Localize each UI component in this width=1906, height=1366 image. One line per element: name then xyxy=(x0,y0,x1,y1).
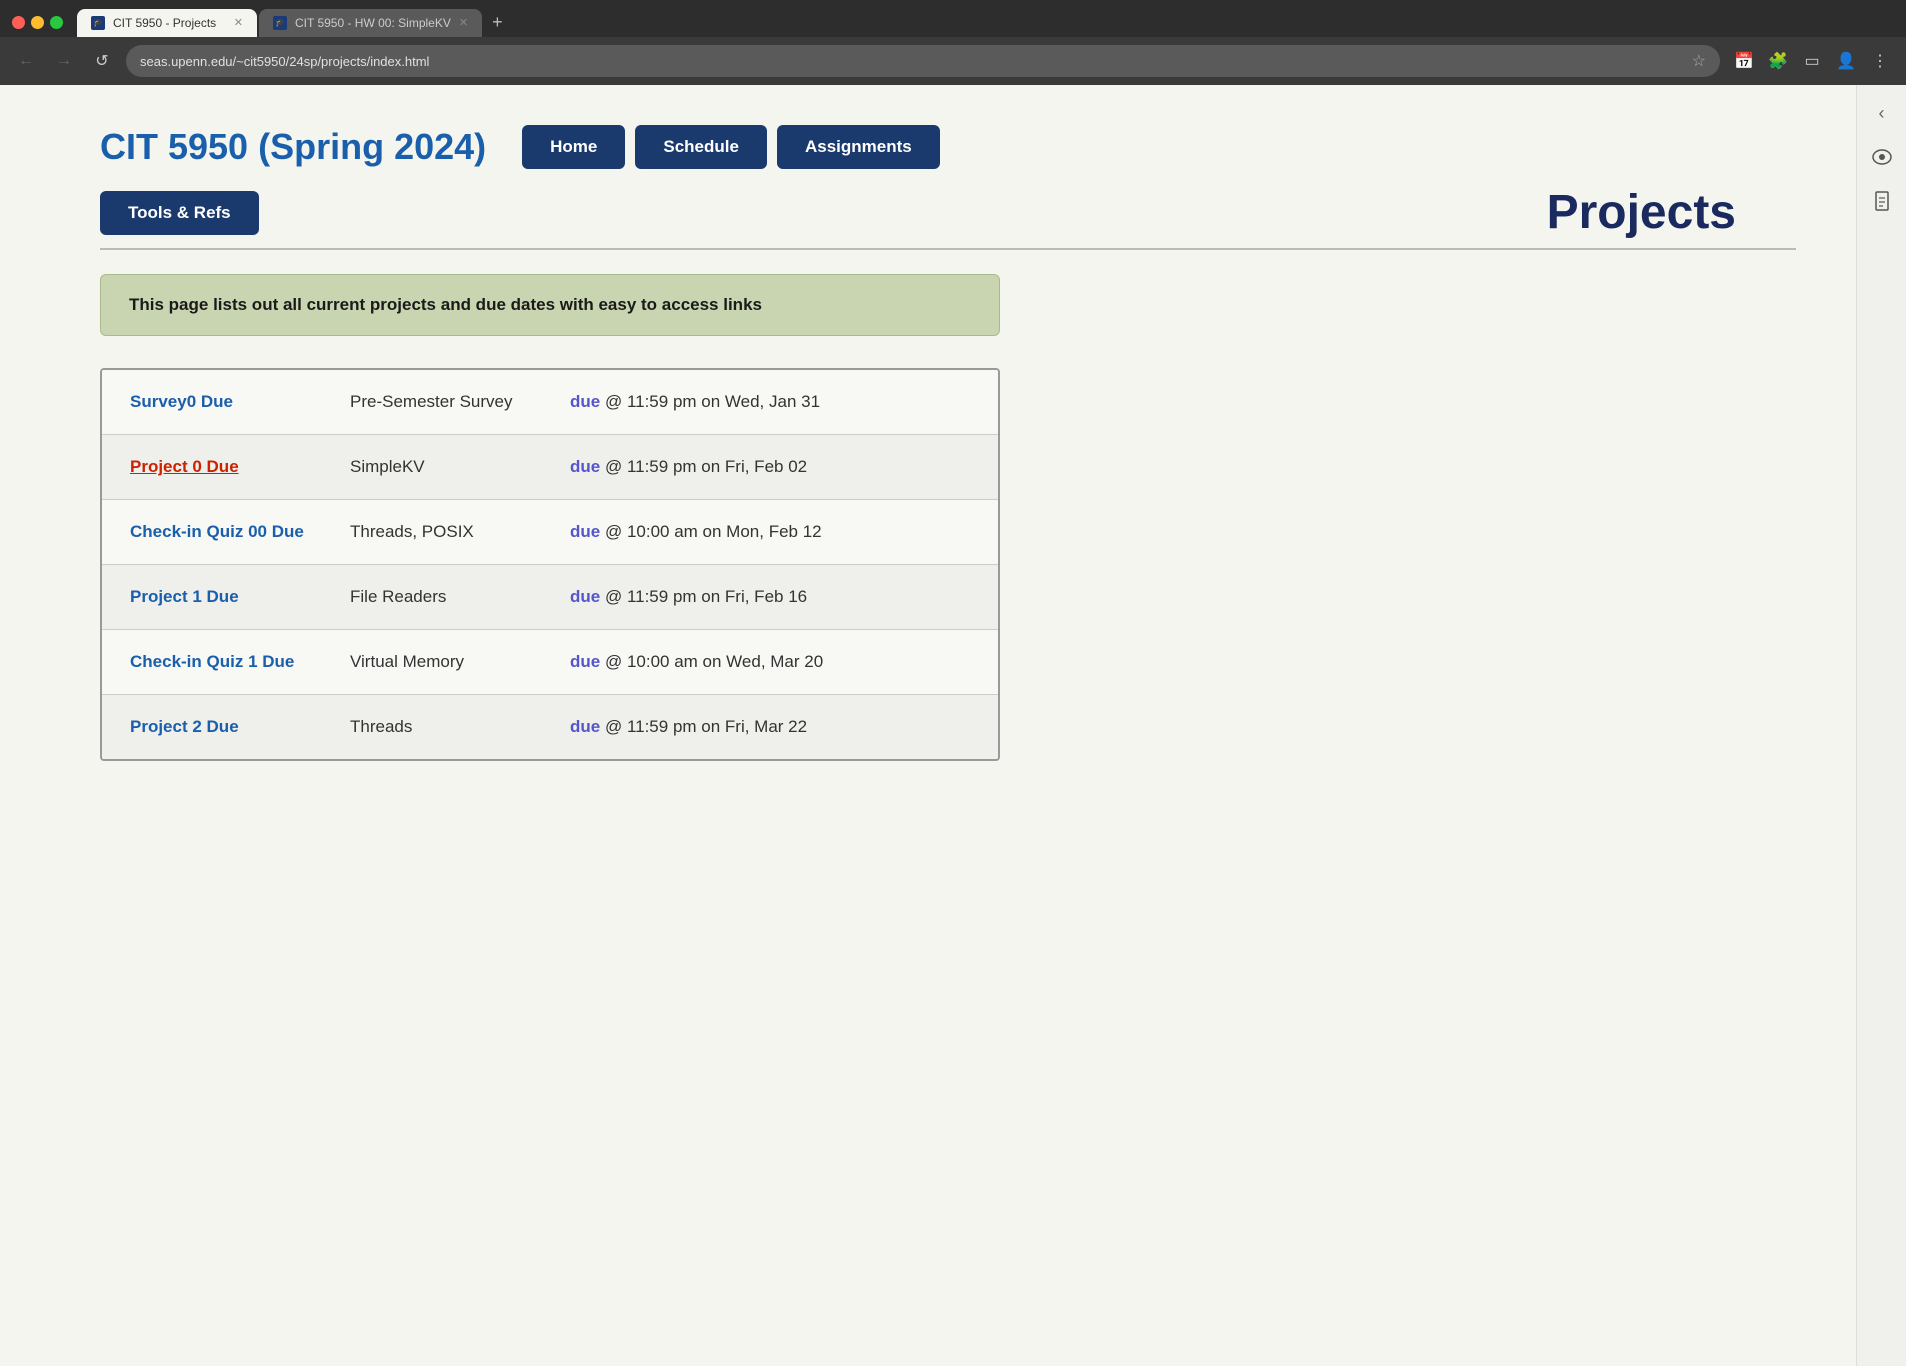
due-link[interactable]: due xyxy=(570,522,600,541)
collapse-sidebar-icon[interactable]: ‹ xyxy=(1866,97,1898,129)
tab-close-simplekv[interactable]: ✕ xyxy=(459,16,468,29)
calendar-icon[interactable]: 📅 xyxy=(1730,47,1758,75)
project-topic: SimpleKV xyxy=(350,457,570,477)
maximize-dot[interactable] xyxy=(50,16,63,29)
new-tab-button[interactable]: + xyxy=(484,8,511,37)
nav-buttons: Home Schedule Assignments xyxy=(522,125,940,169)
project-due: due @ 10:00 am on Wed, Mar 20 xyxy=(570,652,970,672)
due-link[interactable]: due xyxy=(570,392,600,411)
browser-nav-icons: 📅 🧩 ▭ 👤 ⋮ xyxy=(1730,47,1894,75)
nav-row2: Tools & Refs Projects xyxy=(100,185,1796,240)
document-icon[interactable] xyxy=(1866,185,1898,217)
project-name[interactable]: Survey0 Due xyxy=(130,392,350,412)
tab-close-projects[interactable]: ✕ xyxy=(234,16,243,29)
profile-icon[interactable]: 👤 xyxy=(1832,47,1860,75)
project-due: due @ 11:59 pm on Wed, Jan 31 xyxy=(570,392,970,412)
project-topic: Virtual Memory xyxy=(350,652,570,672)
project-name[interactable]: Project 1 Due xyxy=(130,587,350,607)
table-row: Project 2 Due Threads due @ 11:59 pm on … xyxy=(102,695,998,759)
tools-refs-button[interactable]: Tools & Refs xyxy=(100,191,259,235)
table-row: Check-in Quiz 00 Due Threads, POSIX due … xyxy=(102,500,998,565)
info-banner: This page lists out all current projects… xyxy=(100,274,1000,336)
tab-simplekv[interactable]: 🎓 CIT 5950 - HW 00: SimpleKV ✕ xyxy=(259,9,482,37)
home-button[interactable]: Home xyxy=(522,125,625,169)
table-row: Check-in Quiz 1 Due Virtual Memory due @… xyxy=(102,630,998,695)
due-rest: @ 11:59 pm on Fri, Feb 02 xyxy=(600,457,807,476)
tab-controls xyxy=(12,10,63,35)
sidebar-toggle-icon[interactable]: ▭ xyxy=(1798,47,1826,75)
due-rest: @ 11:59 pm on Fri, Mar 22 xyxy=(600,717,807,736)
address-text: seas.upenn.edu/~cit5950/24sp/projects/in… xyxy=(140,54,1684,69)
project-due: due @ 11:59 pm on Fri, Mar 22 xyxy=(570,717,970,737)
table-row: Project 0 Due SimpleKV due @ 11:59 pm on… xyxy=(102,435,998,500)
browser-nav: ← → ↺ seas.upenn.edu/~cit5950/24sp/proje… xyxy=(0,37,1906,85)
table-row: Survey0 Due Pre-Semester Survey due @ 11… xyxy=(102,370,998,435)
page-content: CIT 5950 (Spring 2024) Home Schedule Ass… xyxy=(0,85,1856,1366)
schedule-button[interactable]: Schedule xyxy=(635,125,767,169)
tab-title-projects: CIT 5950 - Projects xyxy=(113,16,226,30)
layout-wrapper: CIT 5950 (Spring 2024) Home Schedule Ass… xyxy=(0,85,1906,1366)
tab-favicon-simplekv: 🎓 xyxy=(273,16,287,30)
extensions-icon[interactable]: 🧩 xyxy=(1764,47,1792,75)
due-link[interactable]: due xyxy=(570,457,600,476)
assignments-button[interactable]: Assignments xyxy=(777,125,940,169)
due-rest: @ 10:00 am on Mon, Feb 12 xyxy=(600,522,821,541)
tab-title-simplekv: CIT 5950 - HW 00: SimpleKV xyxy=(295,16,451,30)
project-name[interactable]: Check-in Quiz 00 Due xyxy=(130,522,350,542)
close-dot[interactable] xyxy=(12,16,25,29)
browser-tabs: 🎓 CIT 5950 - Projects ✕ 🎓 CIT 5950 - HW … xyxy=(0,0,1906,37)
right-sidebar: ‹ xyxy=(1856,85,1906,1366)
project-due: due @ 11:59 pm on Fri, Feb 16 xyxy=(570,587,970,607)
tab-favicon-projects: 🎓 xyxy=(91,16,105,30)
project-topic: File Readers xyxy=(350,587,570,607)
forward-button[interactable]: → xyxy=(50,47,78,75)
site-title: CIT 5950 (Spring 2024) xyxy=(100,126,486,168)
due-rest: @ 11:59 pm on Wed, Jan 31 xyxy=(600,392,820,411)
project-name[interactable]: Check-in Quiz 1 Due xyxy=(130,652,350,672)
due-link[interactable]: due xyxy=(570,652,600,671)
back-button[interactable]: ← xyxy=(12,47,40,75)
project-due: due @ 10:00 am on Mon, Feb 12 xyxy=(570,522,970,542)
due-rest: @ 11:59 pm on Fri, Feb 16 xyxy=(600,587,807,606)
page-title: Projects xyxy=(1547,185,1796,240)
due-link[interactable]: due xyxy=(570,587,600,606)
browser-chrome: 🎓 CIT 5950 - Projects ✕ 🎓 CIT 5950 - HW … xyxy=(0,0,1906,85)
projects-table: Survey0 Due Pre-Semester Survey due @ 11… xyxy=(100,368,1000,761)
bookmark-icon[interactable]: ☆ xyxy=(1692,51,1706,71)
site-header: CIT 5950 (Spring 2024) Home Schedule Ass… xyxy=(100,125,1796,169)
reload-button[interactable]: ↺ xyxy=(88,47,116,75)
project-name[interactable]: Project 2 Due xyxy=(130,717,350,737)
table-row: Project 1 Due File Readers due @ 11:59 p… xyxy=(102,565,998,630)
due-link[interactable]: due xyxy=(570,717,600,736)
project-topic: Pre-Semester Survey xyxy=(350,392,570,412)
project-topic: Threads xyxy=(350,717,570,737)
project-topic: Threads, POSIX xyxy=(350,522,570,542)
project-name-red[interactable]: Project 0 Due xyxy=(130,457,350,477)
project-due: due @ 11:59 pm on Fri, Feb 02 xyxy=(570,457,970,477)
header-divider xyxy=(100,248,1796,250)
info-banner-text: This page lists out all current projects… xyxy=(129,295,762,314)
address-bar[interactable]: seas.upenn.edu/~cit5950/24sp/projects/in… xyxy=(126,45,1720,77)
menu-icon[interactable]: ⋮ xyxy=(1866,47,1894,75)
due-rest: @ 10:00 am on Wed, Mar 20 xyxy=(600,652,823,671)
tab-projects[interactable]: 🎓 CIT 5950 - Projects ✕ xyxy=(77,9,257,37)
eye-icon[interactable] xyxy=(1866,141,1898,173)
minimize-dot[interactable] xyxy=(31,16,44,29)
